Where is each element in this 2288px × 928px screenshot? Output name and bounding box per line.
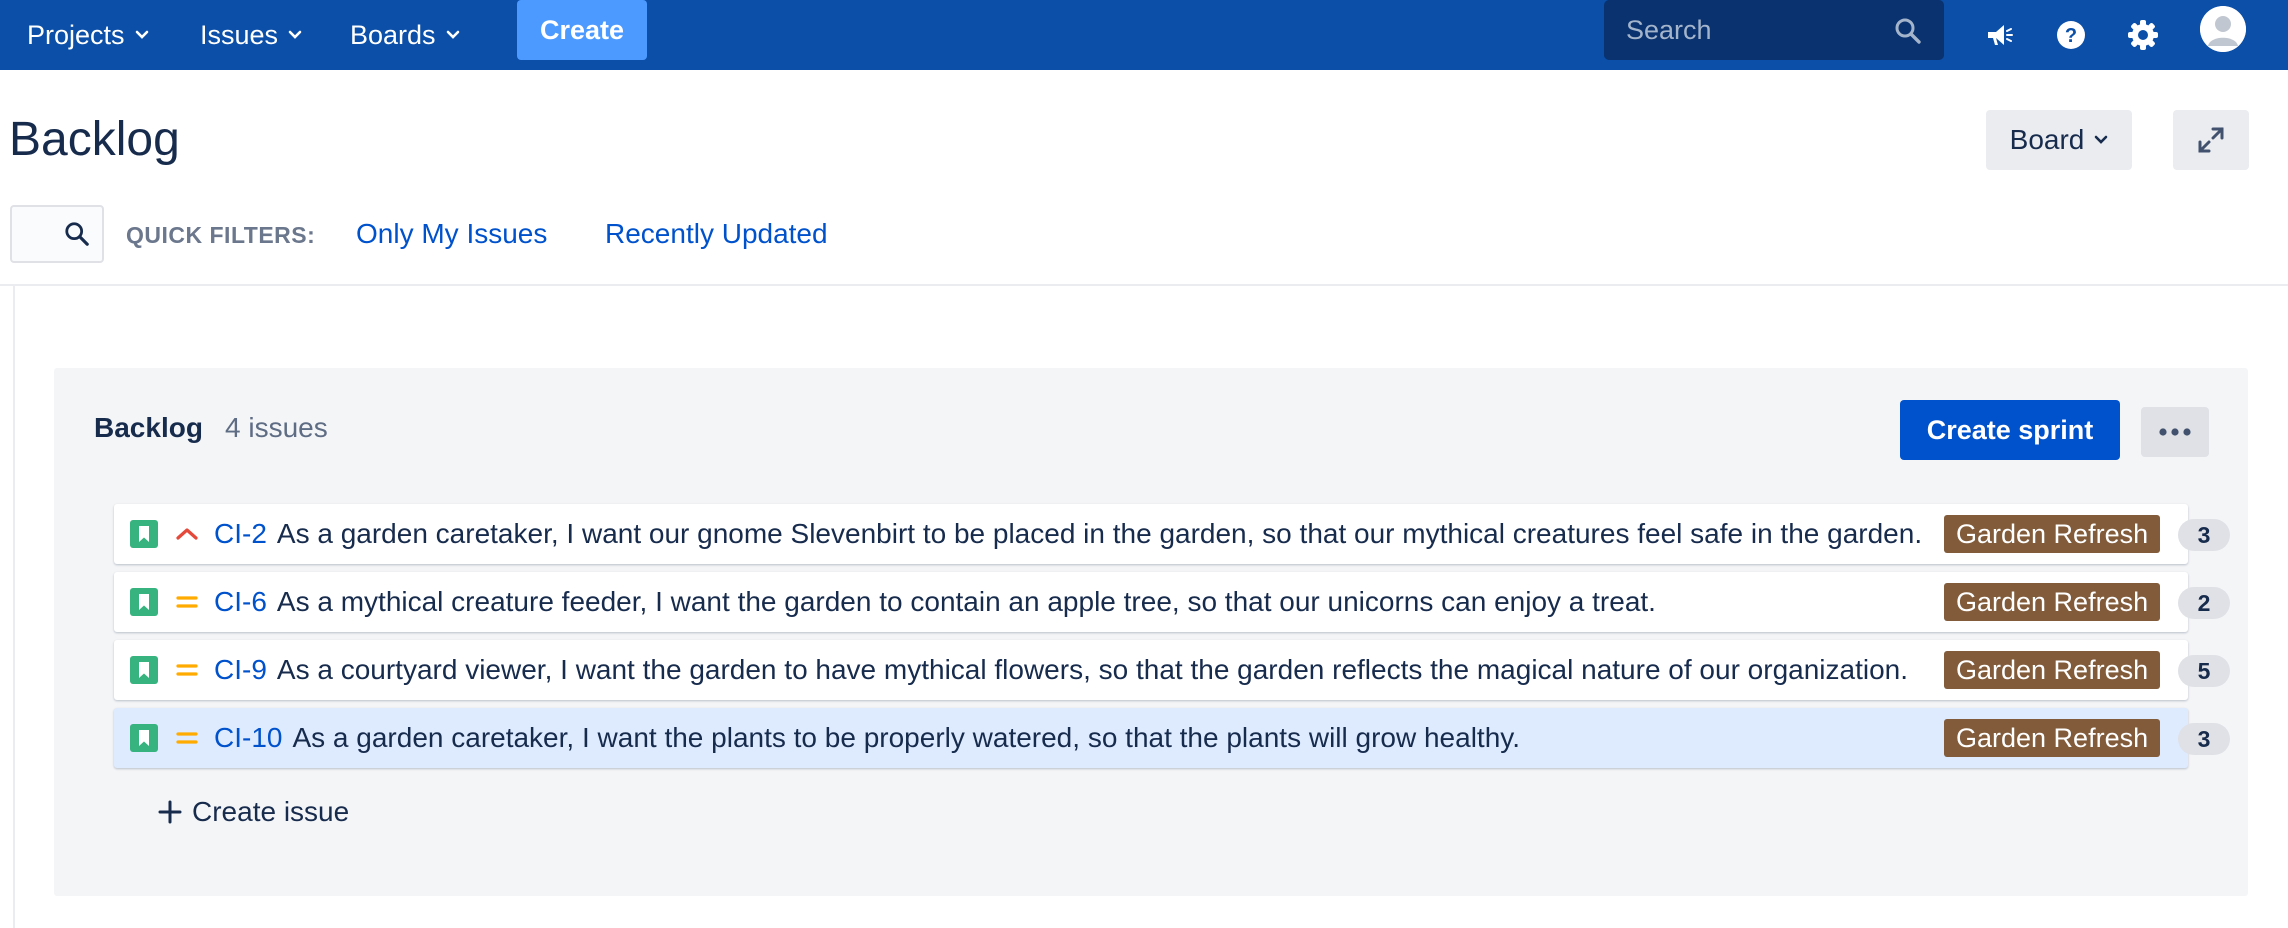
issue-row[interactable]: CI-10 As a garden caretaker, I want the p…: [114, 708, 2230, 768]
create-sprint-button[interactable]: Create sprint: [1900, 400, 2120, 460]
filter-only-my-issues[interactable]: Only My Issues: [356, 218, 547, 250]
chevron-down-icon: [288, 30, 302, 39]
issue-summary-wrap: CI-2 As a garden caretaker, I want our gn…: [214, 504, 1940, 564]
global-search-input[interactable]: [1624, 13, 1888, 47]
issue-summary-wrap: CI-10 As a garden caretaker, I want the p…: [214, 708, 1940, 768]
priority-medium-icon: [176, 596, 198, 608]
header-divider: [0, 284, 2288, 286]
board-button-label: Board: [2009, 124, 2085, 155]
epic-label[interactable]: Garden Refresh: [1944, 515, 2161, 553]
chevron-down-icon: [446, 30, 459, 39]
chevron-down-icon: [2095, 135, 2108, 144]
help-button[interactable]: ?: [2048, 12, 2094, 58]
story-points-badge: 5: [2178, 655, 2230, 687]
search-icon[interactable]: [1894, 17, 1922, 45]
backlog-more-actions-button[interactable]: [2141, 407, 2209, 457]
epic-label[interactable]: Garden Refresh: [1944, 651, 2161, 689]
nav-create-button[interactable]: Create: [517, 0, 647, 60]
backlog-issue-count: 4 issues: [225, 412, 328, 443]
expand-icon: [2198, 127, 2224, 153]
issue-summary-wrap: CI-9 As a courtyard viewer, I want the ga…: [214, 640, 1940, 700]
story-points-badge: 3: [2178, 519, 2230, 551]
create-issue-label: Create issue: [192, 796, 350, 827]
top-navigation-bar: Projects Issues Boards Create ?: [0, 0, 2288, 70]
gear-icon: [2128, 20, 2158, 50]
nav-boards-menu[interactable]: Boards: [350, 0, 460, 70]
issue-key[interactable]: CI-10: [214, 722, 282, 754]
backlog-title: Backlog: [94, 412, 203, 443]
notifications-megaphone-icon[interactable]: [1976, 12, 2022, 58]
more-horizontal-icon: [2159, 428, 2191, 436]
story-points-badge: 3: [2178, 723, 2230, 755]
left-border: [13, 286, 15, 928]
issue-summary-wrap: CI-6 As a mythical creature feeder, I wan…: [214, 572, 1940, 632]
plus-icon: [158, 800, 182, 824]
nav-issues-label: Issues: [200, 19, 279, 50]
search-icon: [65, 222, 89, 246]
settings-button[interactable]: [2120, 12, 2166, 58]
issue-summary: As a mythical creature feeder, I want th…: [276, 586, 1656, 617]
create-issue-button[interactable]: Create issue: [158, 796, 349, 828]
page-title: Backlog: [9, 113, 180, 166]
epic-label[interactable]: Garden Refresh: [1944, 583, 2161, 621]
backlog-search-field[interactable]: [10, 205, 104, 263]
filter-recently-updated[interactable]: Recently Updated: [605, 218, 828, 250]
quick-filters-label: QUICK FILTERS:: [126, 222, 316, 248]
global-search: [1604, 0, 1944, 60]
issue-key[interactable]: CI-9: [214, 654, 267, 686]
backlog-issue-list: CI-2 As a garden caretaker, I want our gn…: [114, 504, 2230, 776]
issue-key[interactable]: CI-2: [214, 518, 267, 550]
fullscreen-button[interactable]: [2173, 110, 2249, 170]
nav-issues-menu[interactable]: Issues: [200, 0, 302, 70]
chevron-down-icon: [135, 30, 148, 39]
story-icon: [130, 520, 158, 548]
issue-summary: As a garden caretaker, I want the plants…: [292, 722, 1520, 753]
priority-high-icon: [176, 528, 198, 540]
priority-medium-icon: [176, 732, 198, 744]
megaphone-icon: [1988, 25, 2013, 45]
help-icon: ?: [2057, 21, 2085, 49]
story-icon: [130, 588, 158, 616]
user-avatar[interactable]: [2200, 6, 2246, 52]
nav-projects-menu[interactable]: Projects: [27, 0, 149, 70]
board-dropdown-button[interactable]: Board: [1986, 110, 2132, 170]
svg-text:?: ?: [2065, 25, 2077, 47]
story-icon: [130, 724, 158, 752]
nav-projects-label: Projects: [27, 19, 125, 50]
story-icon: [130, 656, 158, 684]
epic-label[interactable]: Garden Refresh: [1944, 719, 2161, 757]
nav-boards-label: Boards: [350, 19, 436, 50]
avatar-icon: [2200, 6, 2246, 52]
backlog-panel: Backlog 4 issues Create sprint CI-2 As a …: [54, 368, 2248, 896]
issue-summary: As a courtyard viewer, I want the garden…: [276, 654, 1909, 685]
issue-summary: As a garden caretaker, I want our gnome …: [276, 518, 1923, 549]
issue-row[interactable]: CI-6 As a mythical creature feeder, I wan…: [114, 572, 2230, 632]
priority-medium-icon: [176, 664, 198, 676]
issue-row[interactable]: CI-2 As a garden caretaker, I want our gn…: [114, 504, 2230, 564]
story-points-badge: 2: [2178, 587, 2230, 619]
issue-row[interactable]: CI-9 As a courtyard viewer, I want the ga…: [114, 640, 2230, 700]
issue-key[interactable]: CI-6: [214, 586, 267, 618]
